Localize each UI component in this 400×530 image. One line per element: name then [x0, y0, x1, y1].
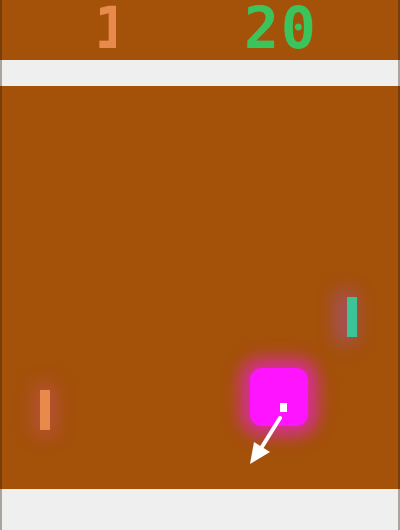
right-player-score: 20	[244, 2, 318, 54]
scoreboard: 1 20	[0, 0, 400, 58]
bottom-wall	[0, 489, 400, 530]
arrow-down-left-icon	[250, 416, 282, 464]
left-border	[0, 0, 2, 530]
left-paddle[interactable]	[40, 390, 50, 430]
left-player-score: 1	[94, 2, 116, 54]
game-screen: 1 20	[0, 0, 400, 530]
top-wall	[0, 60, 400, 86]
ball	[280, 403, 287, 412]
right-paddle[interactable]	[347, 297, 357, 337]
